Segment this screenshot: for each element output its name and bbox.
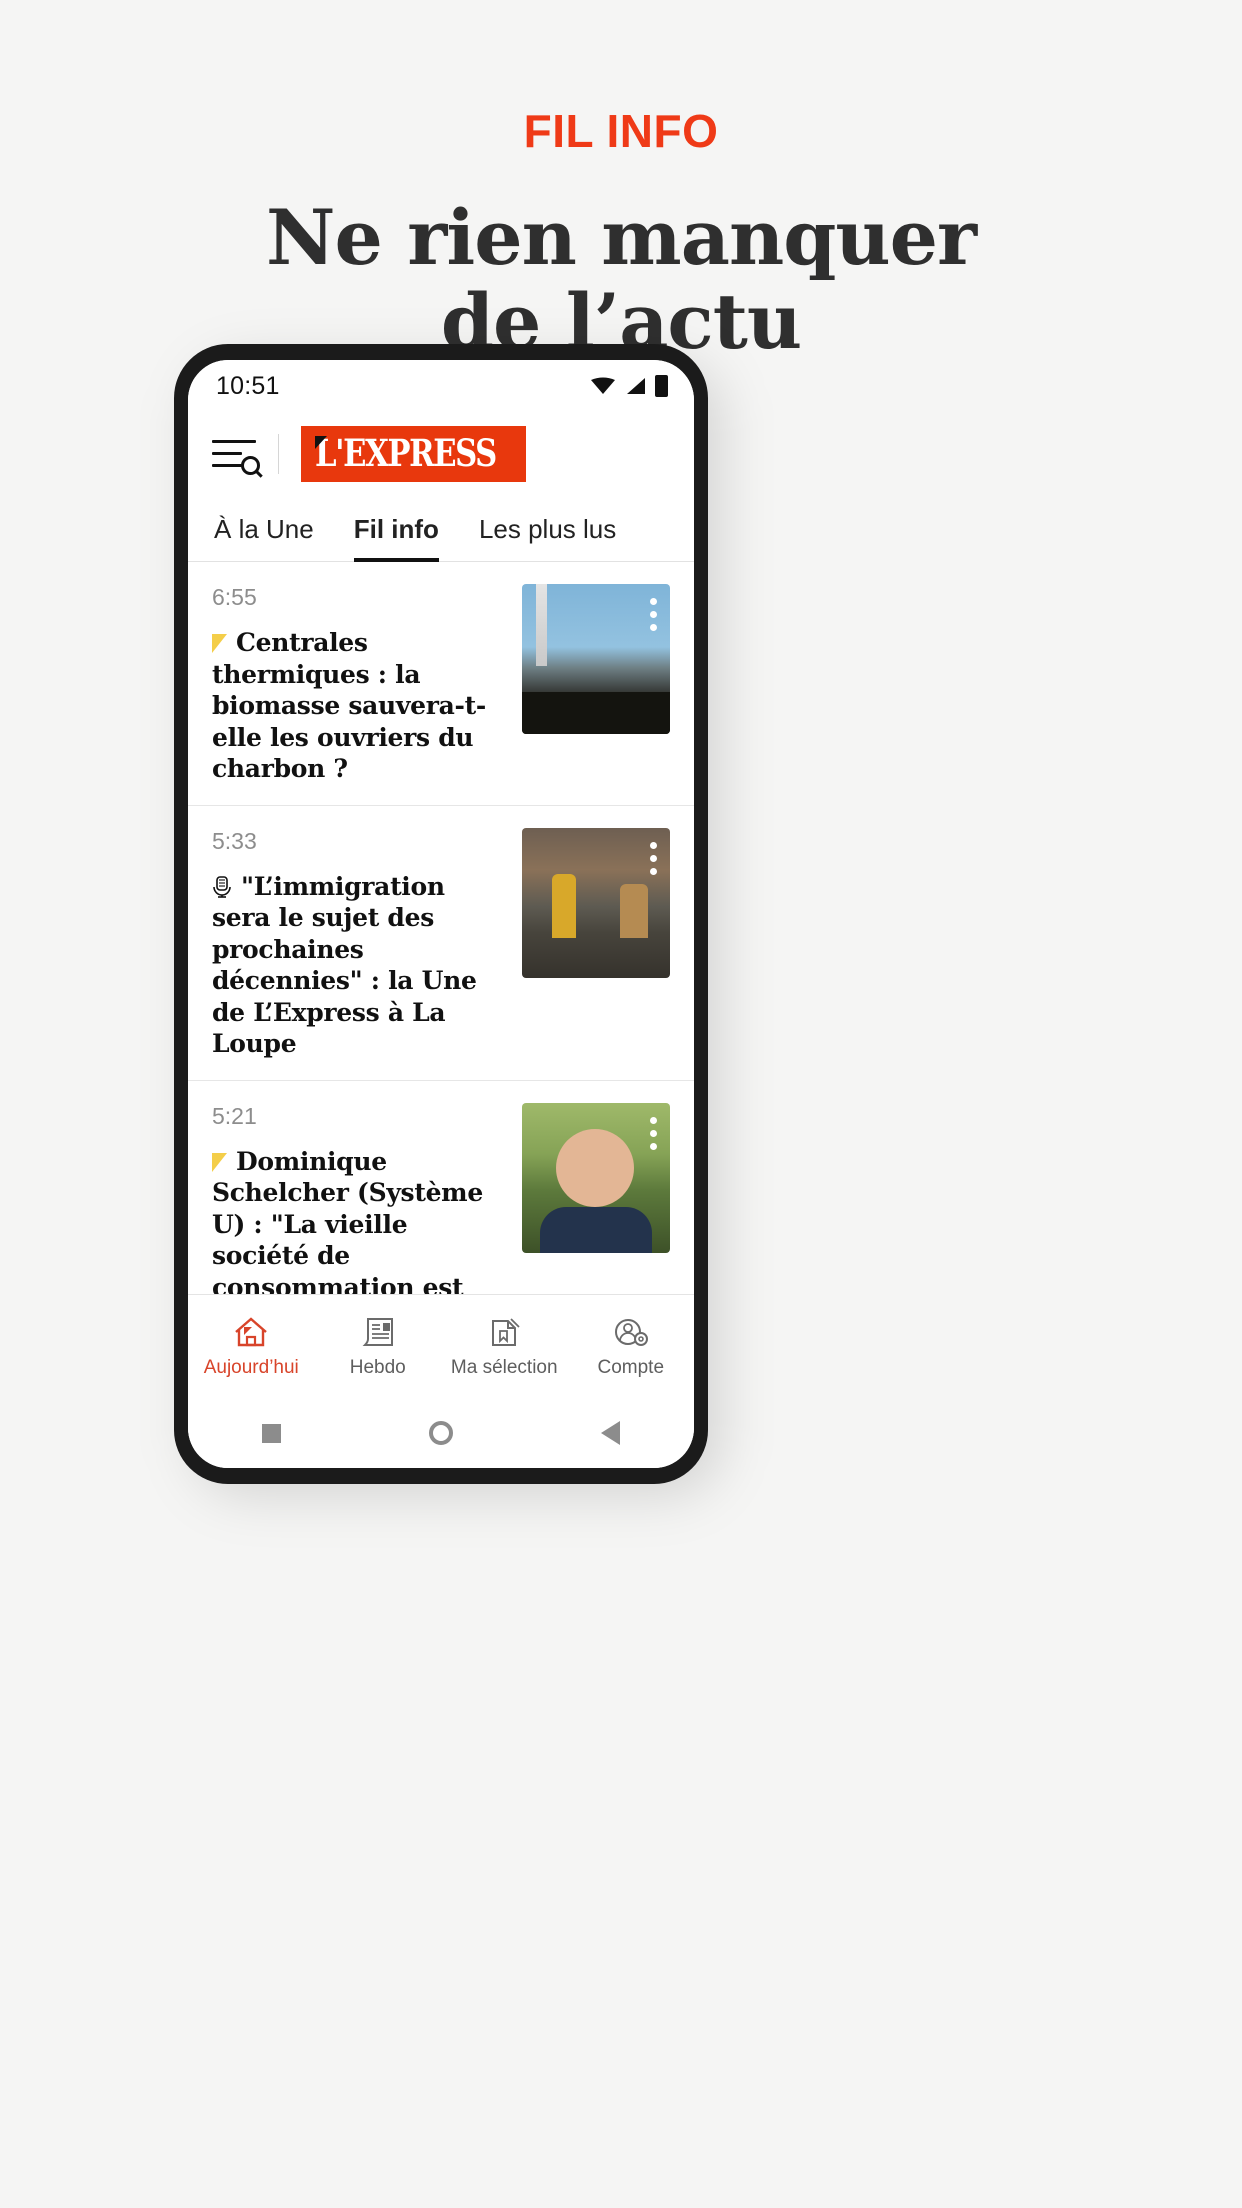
newspaper-icon — [362, 1317, 393, 1346]
article-thumbnail[interactable] — [522, 1102, 670, 1253]
lexpress-logo[interactable]: L'EXPRESS — [301, 426, 526, 482]
nav-item-aujourdhui[interactable]: Aujourd’hui — [188, 1315, 315, 1379]
podcast-icon — [213, 875, 231, 898]
circle-icon[interactable] — [429, 1421, 453, 1445]
wifi-icon — [591, 377, 615, 394]
article-body: 5:33 "L’immigration sera le sujet des pr… — [212, 828, 504, 1060]
android-system-bar — [188, 1398, 694, 1468]
battery-icon — [655, 375, 668, 397]
bookmark-pin-icon — [492, 1317, 520, 1346]
account-gear-icon — [614, 1318, 648, 1346]
article-body: 6:55 Centrales thermiques : la biomasse … — [212, 584, 504, 785]
article-title-text: Dominique Schelcher (Système U) : "La vi… — [212, 1146, 483, 1295]
more-options-icon[interactable] — [650, 841, 657, 875]
lexpress-logo-text: L'EXPRESS — [315, 431, 497, 475]
nav-label: Compte — [597, 1356, 665, 1378]
nav-label: Ma sélection — [450, 1356, 558, 1378]
home-icon — [235, 1316, 268, 1346]
article-thumbnail[interactable] — [522, 827, 670, 978]
appbar-divider — [278, 434, 279, 474]
article-item[interactable]: 5:33 "L’immigration sera le sujet des pr… — [188, 806, 694, 1081]
promo-eyebrow: FIL INFO — [523, 105, 719, 157]
promo-title-line1: Ne rien manquer — [266, 193, 977, 282]
status-icons — [591, 375, 668, 397]
nav-label: Hebdo — [349, 1356, 406, 1378]
article-title-text: Centrales thermiques : la biomasse sauve… — [212, 628, 486, 783]
more-options-icon[interactable] — [650, 598, 657, 631]
bottom-navigation: Aujourd’hui Hebdo Ma sélection Compte — [188, 1294, 694, 1398]
menu-search-icon[interactable] — [212, 434, 260, 475]
article-title-text: "L’immigration sera le sujet des prochai… — [212, 871, 477, 1059]
article-item[interactable]: 6:55 Centrales thermiques : la biomasse … — [188, 562, 694, 806]
more-options-icon[interactable] — [650, 1116, 657, 1150]
premium-flag-icon — [212, 634, 227, 653]
article-title: Centrales thermiques : la biomasse sauve… — [212, 627, 504, 785]
tab-bar: À la Une Fil info Les plus lus — [188, 496, 694, 562]
phone-mockup: 10:51 L'EXPRESS À la Une Fil info Les pl… — [174, 344, 708, 1484]
status-time: 10:51 — [216, 371, 280, 400]
status-bar: 10:51 — [188, 360, 694, 412]
article-thumbnail[interactable] — [522, 584, 670, 734]
article-title: "L’immigration sera le sujet des prochai… — [212, 871, 504, 1060]
phone-screen: 10:51 L'EXPRESS À la Une Fil info Les pl… — [188, 360, 694, 1468]
nav-item-hebdo[interactable]: Hebdo — [315, 1315, 442, 1379]
article-time: 5:33 — [212, 827, 257, 854]
promo-header: FIL INFO Ne rien manquer de l’actu — [0, 0, 1242, 363]
premium-flag-icon — [212, 1152, 227, 1172]
promo-title: Ne rien manquer de l’actu — [0, 196, 1242, 363]
article-time: 6:55 — [212, 584, 257, 610]
square-icon[interactable] — [262, 1423, 281, 1443]
article-feed[interactable]: 6:55 Centrales thermiques : la biomasse … — [188, 562, 694, 1294]
article-body: 5:21 Dominique Schelcher (Système U) : "… — [212, 1102, 504, 1295]
tab-fil-info[interactable]: Fil info — [353, 514, 440, 562]
app-bar: L'EXPRESS — [188, 412, 694, 496]
signal-icon — [627, 378, 645, 394]
nav-label: Aujourd’hui — [203, 1356, 299, 1378]
tab-a-la-une[interactable]: À la Une — [214, 514, 314, 561]
nav-item-compte[interactable]: Compte — [568, 1315, 695, 1379]
back-triangle-icon[interactable] — [601, 1421, 620, 1445]
article-time: 5:21 — [212, 1102, 257, 1129]
article-item[interactable]: 5:21 Dominique Schelcher (Système U) : "… — [188, 1081, 694, 1295]
tab-les-plus-lus[interactable]: Les plus lus — [479, 514, 616, 561]
nav-item-ma-selection[interactable]: Ma sélection — [441, 1315, 568, 1379]
article-title: Dominique Schelcher (Système U) : "La vi… — [212, 1146, 504, 1295]
